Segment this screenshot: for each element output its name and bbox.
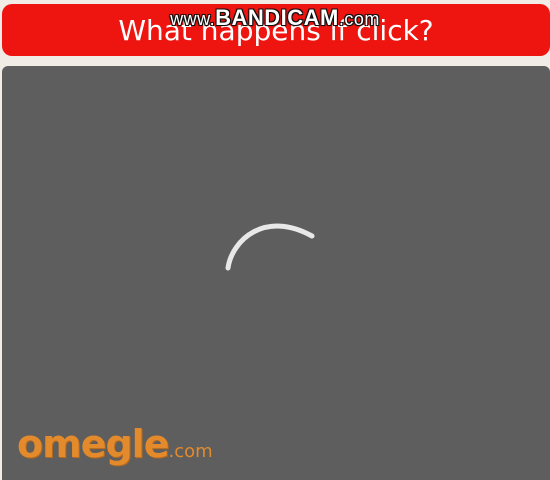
banner-text: What happens if click? [118,14,434,47]
loading-spinner-icon [225,223,315,271]
logo-main-text: omegle [17,422,169,466]
logo-suffix-text: .com [168,441,213,462]
omegle-logo: omegle.com [17,425,213,463]
question-banner[interactable]: What happens if click? [2,4,550,56]
page: What happens if click? www.BANDICAM.com … [0,0,550,480]
